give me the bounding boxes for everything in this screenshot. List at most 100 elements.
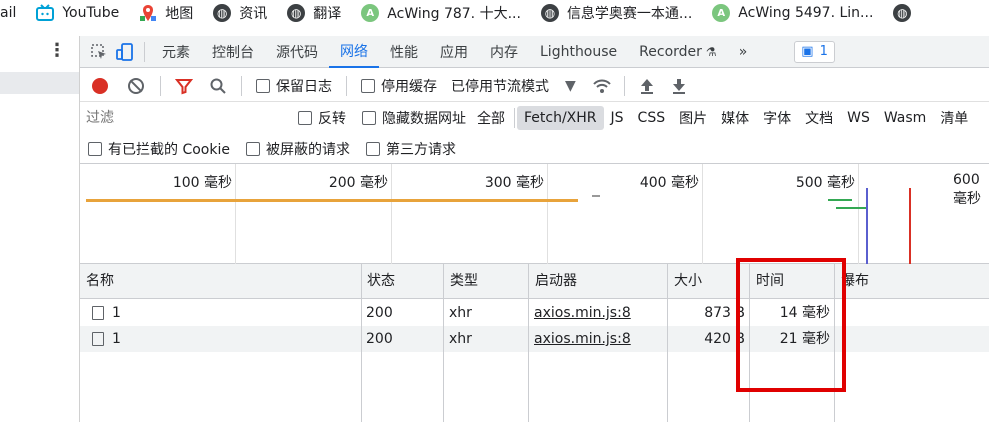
col-header-name[interactable]: 名称	[80, 264, 114, 299]
bookmarks-bar: ail YouTube 地图 ◍ 资讯 ◍ 翻译 A AcWing 787. 十…	[0, 0, 989, 26]
cell-name: 1	[112, 331, 121, 347]
globe-icon: ◍	[287, 4, 306, 22]
tab-application[interactable]: 应用	[429, 36, 479, 68]
tick-label: 100 毫秒	[172, 175, 232, 191]
upload-icon[interactable]	[639, 77, 655, 95]
blocked-requests-checkbox[interactable]: 被屏蔽的请求	[245, 139, 350, 159]
checkbox-box[interactable]	[362, 111, 376, 125]
divider	[623, 75, 625, 96]
highlight-box	[736, 258, 846, 392]
checkbox-box[interactable]	[88, 141, 102, 156]
column-divider[interactable]	[361, 264, 362, 422]
tab-network[interactable]: 网络	[329, 36, 379, 68]
tab-lighthouse[interactable]: Lighthouse	[529, 36, 628, 68]
checkbox-box[interactable]	[361, 78, 375, 93]
bookmark-ybt[interactable]: ◍ 信息学奥赛一本通...	[540, 0, 692, 26]
bookmark-label: AcWing 5497. Lin...	[738, 5, 874, 21]
selected-row[interactable]	[0, 72, 79, 94]
column-divider[interactable]	[443, 264, 444, 422]
col-header-status[interactable]: 状态	[361, 264, 395, 299]
type-ws[interactable]: WS	[840, 106, 877, 130]
cell-size: 420 B	[704, 331, 745, 347]
bookmark-youtube[interactable]: YouTube	[36, 0, 119, 26]
checkbox-box[interactable]	[298, 111, 312, 125]
chevron-down-icon[interactable]: ▼	[565, 78, 576, 94]
column-divider[interactable]	[528, 264, 529, 422]
more-vertical-icon[interactable]: ⋮	[48, 40, 66, 61]
type-wasm[interactable]: Wasm	[877, 106, 933, 130]
search-icon[interactable]	[209, 77, 227, 95]
type-all[interactable]: 全部	[470, 106, 512, 130]
wifi-settings-icon[interactable]	[592, 77, 612, 95]
cell-initiator-link[interactable]: axios.min.js:8	[534, 300, 631, 326]
col-header-type[interactable]: 类型	[444, 264, 478, 299]
bookmark-more[interactable]: ◍	[893, 0, 919, 26]
filter-bar: 反转 隐藏数据网址 全部 Fetch/XHR JS CSS 图片 媒体 字体 文…	[80, 102, 989, 134]
type-fetch-xhr[interactable]: Fetch/XHR	[517, 106, 604, 130]
bookmark-acwing-5497[interactable]: A AcWing 5497. Lin...	[712, 0, 873, 26]
cell-type: xhr	[449, 305, 472, 321]
dom-content-loaded-line	[866, 188, 868, 264]
disable-cache-checkbox[interactable]: 停用缓存	[361, 76, 437, 96]
checkbox-box[interactable]	[245, 141, 260, 156]
type-js[interactable]: JS	[604, 106, 631, 130]
filter-icon[interactable]	[175, 77, 193, 95]
bookmark-label: 资讯	[239, 6, 268, 22]
tab-recorder[interactable]: Recorder ⚗	[628, 36, 728, 68]
checkbox-box[interactable]	[256, 78, 270, 93]
type-media[interactable]: 媒体	[714, 106, 756, 130]
type-doc[interactable]: 文档	[798, 106, 840, 130]
divider	[160, 75, 161, 96]
tick-line	[702, 164, 703, 264]
download-icon[interactable]	[671, 77, 687, 95]
bookmark-maps[interactable]: 地图	[139, 0, 193, 26]
device-toolbar-icon[interactable]	[112, 39, 138, 65]
type-css[interactable]: CSS	[631, 106, 673, 130]
bookmark-label: AcWing 787. 十大...	[387, 6, 521, 22]
record-icon[interactable]	[92, 77, 108, 94]
checkbox-label: 有已拦截的 Cookie	[108, 141, 230, 158]
type-font[interactable]: 字体	[756, 106, 798, 130]
hide-data-urls-checkbox[interactable]: 隐藏数据网址	[362, 108, 466, 128]
col-header-initiator[interactable]: 启动器	[529, 264, 577, 299]
bookmark-item[interactable]: ail	[0, 0, 16, 26]
tab-performance[interactable]: 性能	[379, 36, 429, 68]
throttle-select[interactable]: 已停用节流模式	[451, 76, 549, 96]
table-row[interactable]: 1 200 xhr axios.min.js:8 873 B 14 毫秒	[80, 300, 989, 326]
bookmark-label: 地图	[165, 6, 194, 22]
invert-checkbox[interactable]: 反转	[298, 108, 346, 128]
waterfall-bar	[86, 199, 578, 202]
waterfall-bar	[836, 207, 866, 209]
tab-sources[interactable]: 源代码	[265, 36, 329, 68]
bookmark-news[interactable]: ◍ 资讯	[213, 0, 267, 26]
filter-input[interactable]	[86, 106, 290, 130]
globe-icon: ◍	[893, 4, 912, 22]
bookmark-translate[interactable]: ◍ 翻译	[287, 0, 341, 26]
tab-elements[interactable]: 元素	[151, 36, 201, 68]
table-header: 名称 状态 类型 启动器 大小 时间 瀑布	[80, 264, 989, 299]
third-party-checkbox[interactable]: 第三方请求	[365, 139, 456, 159]
more-tabs-icon[interactable]: »	[728, 36, 759, 68]
requests-table: 名称 状态 类型 启动器 大小 时间 瀑布 1 200 xhr axios.mi…	[80, 264, 989, 422]
bookmark-acwing-787[interactable]: A AcWing 787. 十大...	[361, 0, 521, 26]
column-divider[interactable]	[667, 264, 668, 422]
tab-label: Recorder	[639, 43, 702, 60]
blocked-cookies-checkbox[interactable]: 有已拦截的 Cookie	[88, 139, 230, 159]
tab-memory[interactable]: 内存	[479, 36, 529, 68]
checkbox-box[interactable]	[365, 141, 380, 156]
timeline-overview[interactable]: 100 毫秒 200 毫秒 300 毫秒 400 毫秒 500 毫秒 600 毫…	[80, 164, 989, 264]
tick-label: 200 毫秒	[328, 175, 388, 191]
col-header-size[interactable]: 大小	[668, 264, 702, 299]
tab-console[interactable]: 控制台	[201, 36, 265, 68]
cell-initiator-link[interactable]: axios.min.js:8	[534, 326, 631, 352]
inspect-icon[interactable]	[86, 39, 112, 65]
issues-badge[interactable]: ▣ 1	[794, 40, 835, 63]
table-row[interactable]: 1 200 xhr axios.min.js:8 420 B 21 毫秒	[80, 326, 989, 352]
tick-line	[858, 164, 859, 264]
globe-icon: ◍	[540, 4, 559, 22]
clear-icon[interactable]	[128, 77, 144, 94]
type-manifest[interactable]: 清单	[933, 106, 975, 130]
devtools-tabbar: 元素 控制台 源代码 网络 性能 应用 内存 Lighthouse Record…	[80, 36, 989, 68]
preserve-log-checkbox[interactable]: 保留日志	[256, 76, 332, 96]
type-img[interactable]: 图片	[672, 106, 714, 130]
